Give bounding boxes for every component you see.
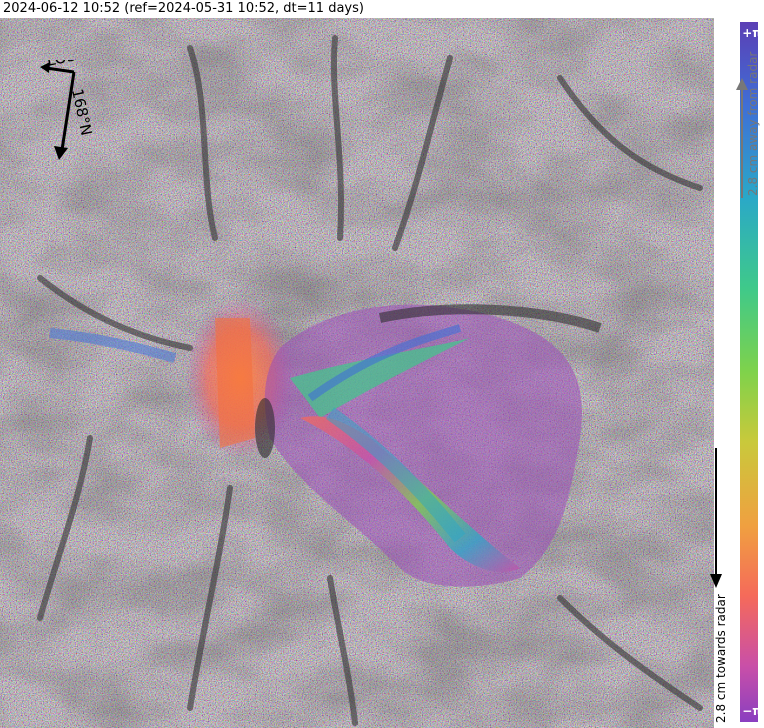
- interferogram-title: 2024-06-12 10:52 (ref=2024-05-31 10:52, …: [3, 1, 364, 16]
- towards-arrow-icon: [710, 448, 722, 588]
- interferogram-map: LOS 168°N: [0, 18, 714, 728]
- heading-arrow-icon: [54, 146, 68, 160]
- colorbar-top-label: +π: [742, 26, 762, 40]
- colorbar-panel: +π −π 2.8 cm away from radar 2.8 cm towa…: [710, 18, 764, 728]
- towards-radar-label: 2.8 cm towards radar: [714, 594, 728, 723]
- los-label: LOS: [45, 60, 77, 70]
- away-from-radar-label: 2.8 cm away from radar: [746, 51, 760, 196]
- los-compass: LOS 168°N: [40, 60, 96, 160]
- colorbar-bottom-label: −π: [742, 704, 762, 718]
- heading-label: 168°N: [68, 87, 95, 137]
